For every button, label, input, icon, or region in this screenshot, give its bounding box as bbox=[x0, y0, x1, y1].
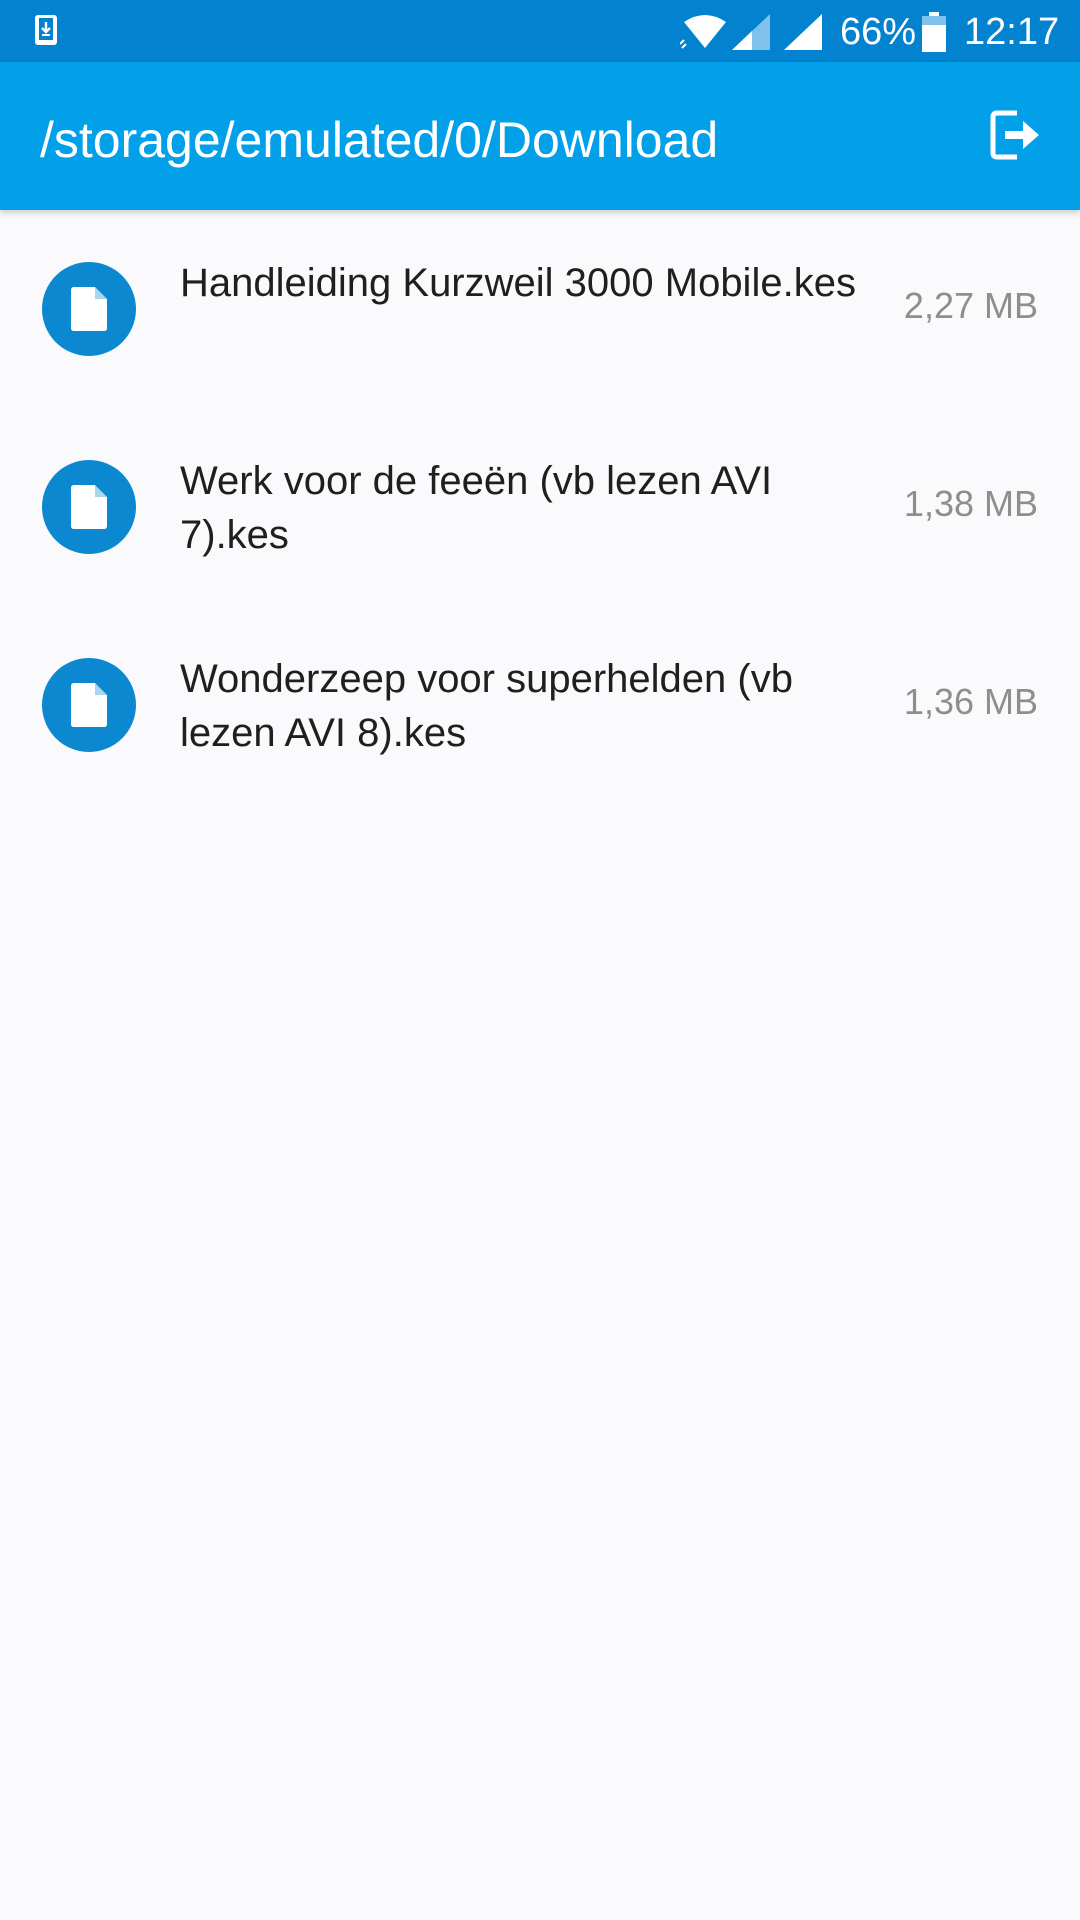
file-name: Werk voor de feeën (vb lezen AVI 7).kes bbox=[180, 459, 773, 557]
file-icon bbox=[42, 658, 136, 752]
list-item[interactable]: Werk voor de feeën (vb lezen AVI 7).kes … bbox=[0, 408, 1080, 606]
battery-icon bbox=[922, 12, 946, 52]
list-item[interactable]: Wonderzeep voor superhelden (vb lezen AV… bbox=[0, 606, 1080, 804]
exit-button[interactable] bbox=[980, 100, 1050, 170]
battery-percent: 66% bbox=[840, 11, 917, 53]
clock: 12:17 bbox=[964, 11, 1060, 53]
wifi-icon bbox=[680, 15, 726, 49]
signal-icon bbox=[732, 14, 770, 50]
signal-icon bbox=[784, 14, 822, 50]
exit-icon bbox=[990, 110, 1039, 160]
file-name: Wonderzeep voor superhelden (vb lezen AV… bbox=[180, 657, 793, 755]
file-size: 1,36 MB bbox=[903, 681, 1038, 722]
file-icon bbox=[42, 460, 136, 554]
file-size: 2,27 MB bbox=[903, 285, 1038, 326]
file-size: 1,38 MB bbox=[903, 483, 1038, 524]
list-item[interactable]: Handleiding Kurzweil 3000 Mobile.kes 2,2… bbox=[0, 210, 1080, 408]
file-list: Handleiding Kurzweil 3000 Mobile.kes 2,2… bbox=[0, 210, 1080, 804]
file-icon bbox=[42, 262, 136, 356]
file-name: Handleiding Kurzweil 3000 Mobile.kes bbox=[180, 261, 856, 305]
status-bar: 66% 12:17 bbox=[0, 0, 1080, 62]
app-bar: /storage/emulated/0/Download bbox=[0, 62, 1080, 210]
download-notification-icon bbox=[35, 15, 57, 45]
page-title: /storage/emulated/0/Download bbox=[40, 112, 719, 168]
